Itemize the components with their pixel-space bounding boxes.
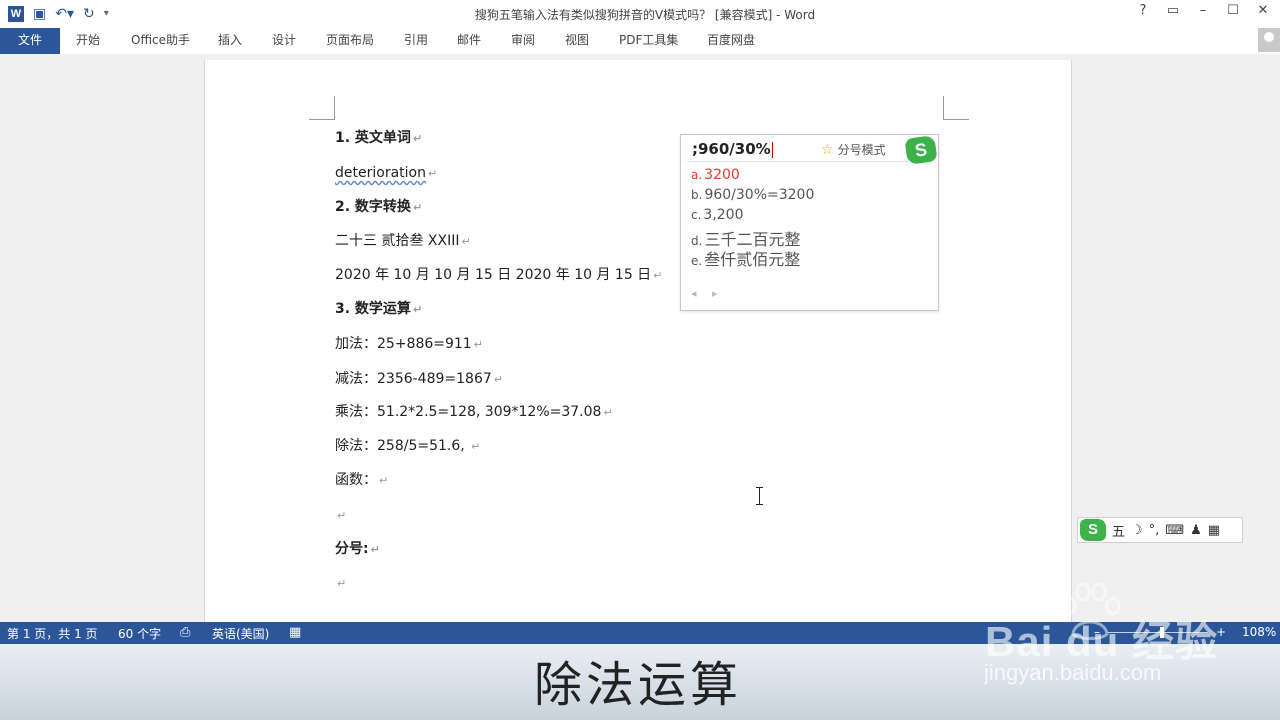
tab-file[interactable]: 文件 (0, 28, 60, 54)
toolbox-icon[interactable]: ▦ (1208, 523, 1220, 538)
tab-review[interactable]: 审阅 (511, 28, 535, 54)
ime-candidate[interactable]: e. 叁仟贰佰元整 (691, 246, 800, 270)
help-button[interactable]: ? (1136, 3, 1150, 18)
doc-line-addition[interactable]: 加法：25+886=911 ↵ (335, 335, 483, 354)
keyboard-icon[interactable]: ⌨ (1165, 523, 1184, 538)
doc-line-numerals[interactable]: 二十三 贰拾叁 XXIII ↵ (335, 232, 471, 251)
close-button[interactable]: ✕ (1256, 3, 1270, 18)
punctuation-icon[interactable]: °, (1149, 523, 1160, 538)
title-bar: W ▣ ↶▾ ↻ ▾ 搜狗五笔输入法有类似搜狗拼音的V模式吗？ [兼容模式] -… (0, 0, 1280, 28)
tab-design[interactable]: 设计 (272, 28, 296, 54)
doc-line-functions[interactable]: 函数： ↵ (335, 471, 388, 490)
margin-corner-mark (943, 96, 969, 120)
minimize-button[interactable]: – (1196, 3, 1210, 18)
ime-candidate[interactable]: b. 960/30%=3200 (691, 187, 814, 203)
sogou-logo-icon: S (904, 135, 938, 165)
tab-references[interactable]: 引用 (404, 28, 428, 54)
doc-line-word[interactable]: deterioration ↵ (335, 164, 437, 183)
ime-candidate[interactable]: c. 3,200 (691, 207, 744, 223)
ime-candidate-window: ;960/30% ☆ 分号模式 S a. 3200 b. 960/30%=3200 c… (680, 134, 939, 311)
doc-line-dates[interactable]: 2020 年 10 月 10 月 15 日 2020 年 10 月 15 日 ↵ (335, 266, 662, 285)
window-title: 搜狗五笔输入法有类似搜狗拼音的V模式吗？ [兼容模式] - Word (474, 8, 816, 22)
doc-heading-number-conversion[interactable]: 2. 数字转换 ↵ (335, 198, 422, 217)
doc-line-subtraction[interactable]: 减法：2356-489=1867 ↵ (335, 370, 503, 389)
doc-heading-math[interactable]: 3. 数学运算 ↵ (335, 300, 422, 319)
doc-line-empty[interactable]: ↵ (335, 574, 346, 593)
doc-line-division[interactable]: 除法：258/5=51.6, ↵ (335, 437, 480, 456)
tab-page-layout[interactable]: 页面布局 (326, 28, 374, 54)
ime-candidate[interactable]: a. 3200 (691, 167, 740, 183)
ibeam-cursor-icon (755, 487, 764, 505)
watermark-url: jingyan.baidu.com (984, 660, 1162, 685)
word-count[interactable]: 60 个字 (118, 625, 161, 642)
doc-line-empty[interactable]: ↵ (335, 506, 346, 525)
text-caret (771, 141, 773, 158)
document-page[interactable]: 1. 英文单词 ↵ deterioration ↵ 2. 数字转换 ↵ 二十三 贰拾叁… (204, 60, 1072, 622)
ribbon-tabs: 文件 开始 Office助手 插入 设计 页面布局 引用 邮件 审阅 视图 PD… (0, 28, 1280, 54)
maximize-button[interactable]: ☐ (1226, 3, 1240, 18)
macro-icon[interactable]: ▦ (289, 625, 301, 640)
window-controls: ? ▭ – ☐ ✕ (1136, 3, 1270, 18)
tab-pdf-tools[interactable]: PDF工具集 (619, 28, 678, 54)
tab-view[interactable]: 视图 (565, 28, 589, 54)
tab-office-assistant[interactable]: Office助手 (131, 28, 190, 54)
tab-baidu-netdisk[interactable]: 百度网盘 (707, 28, 755, 54)
language-indicator[interactable]: 英语(美国) (212, 625, 269, 642)
ime-page-nav[interactable]: ◂ ▸ (691, 287, 724, 300)
ime-mode-label[interactable]: ☆ 分号模式 (821, 141, 886, 158)
ribbon-display-button[interactable]: ▭ (1166, 3, 1180, 18)
proofing-icon[interactable]: ⎙ (180, 625, 190, 640)
ime-composition-text: ;960/30% (692, 140, 773, 158)
ime-divider (687, 161, 908, 162)
moon-icon[interactable]: ☽ (1131, 523, 1143, 538)
doc-heading-english-words[interactable]: 1. 英文单词 ↵ (335, 129, 422, 148)
doc-line-multiplication[interactable]: 乘法：51.2*2.5=128, 309*12%=37.08 ↵ (335, 403, 613, 422)
page-count[interactable]: 第 1 页，共 1 页 (7, 625, 98, 642)
tab-mailings[interactable]: 邮件 (457, 28, 481, 54)
doc-line-semicolon-mode[interactable]: 分号: ↵ (335, 540, 380, 559)
user-icon[interactable]: ♟ (1190, 523, 1202, 538)
margin-corner-mark (309, 96, 335, 120)
wubi-mode-toggle[interactable]: 五 (1112, 521, 1125, 540)
ime-status-bar: S 五 ☽ °, ⌨ ♟ ▦ (1077, 517, 1243, 543)
sogou-logo-icon[interactable]: S (1080, 519, 1106, 541)
star-icon: ☆ (821, 141, 834, 158)
zoom-level[interactable]: 108% (1242, 625, 1276, 639)
tab-home[interactable]: 开始 (76, 28, 100, 54)
tab-insert[interactable]: 插入 (218, 28, 242, 54)
user-avatar[interactable] (1258, 28, 1280, 52)
